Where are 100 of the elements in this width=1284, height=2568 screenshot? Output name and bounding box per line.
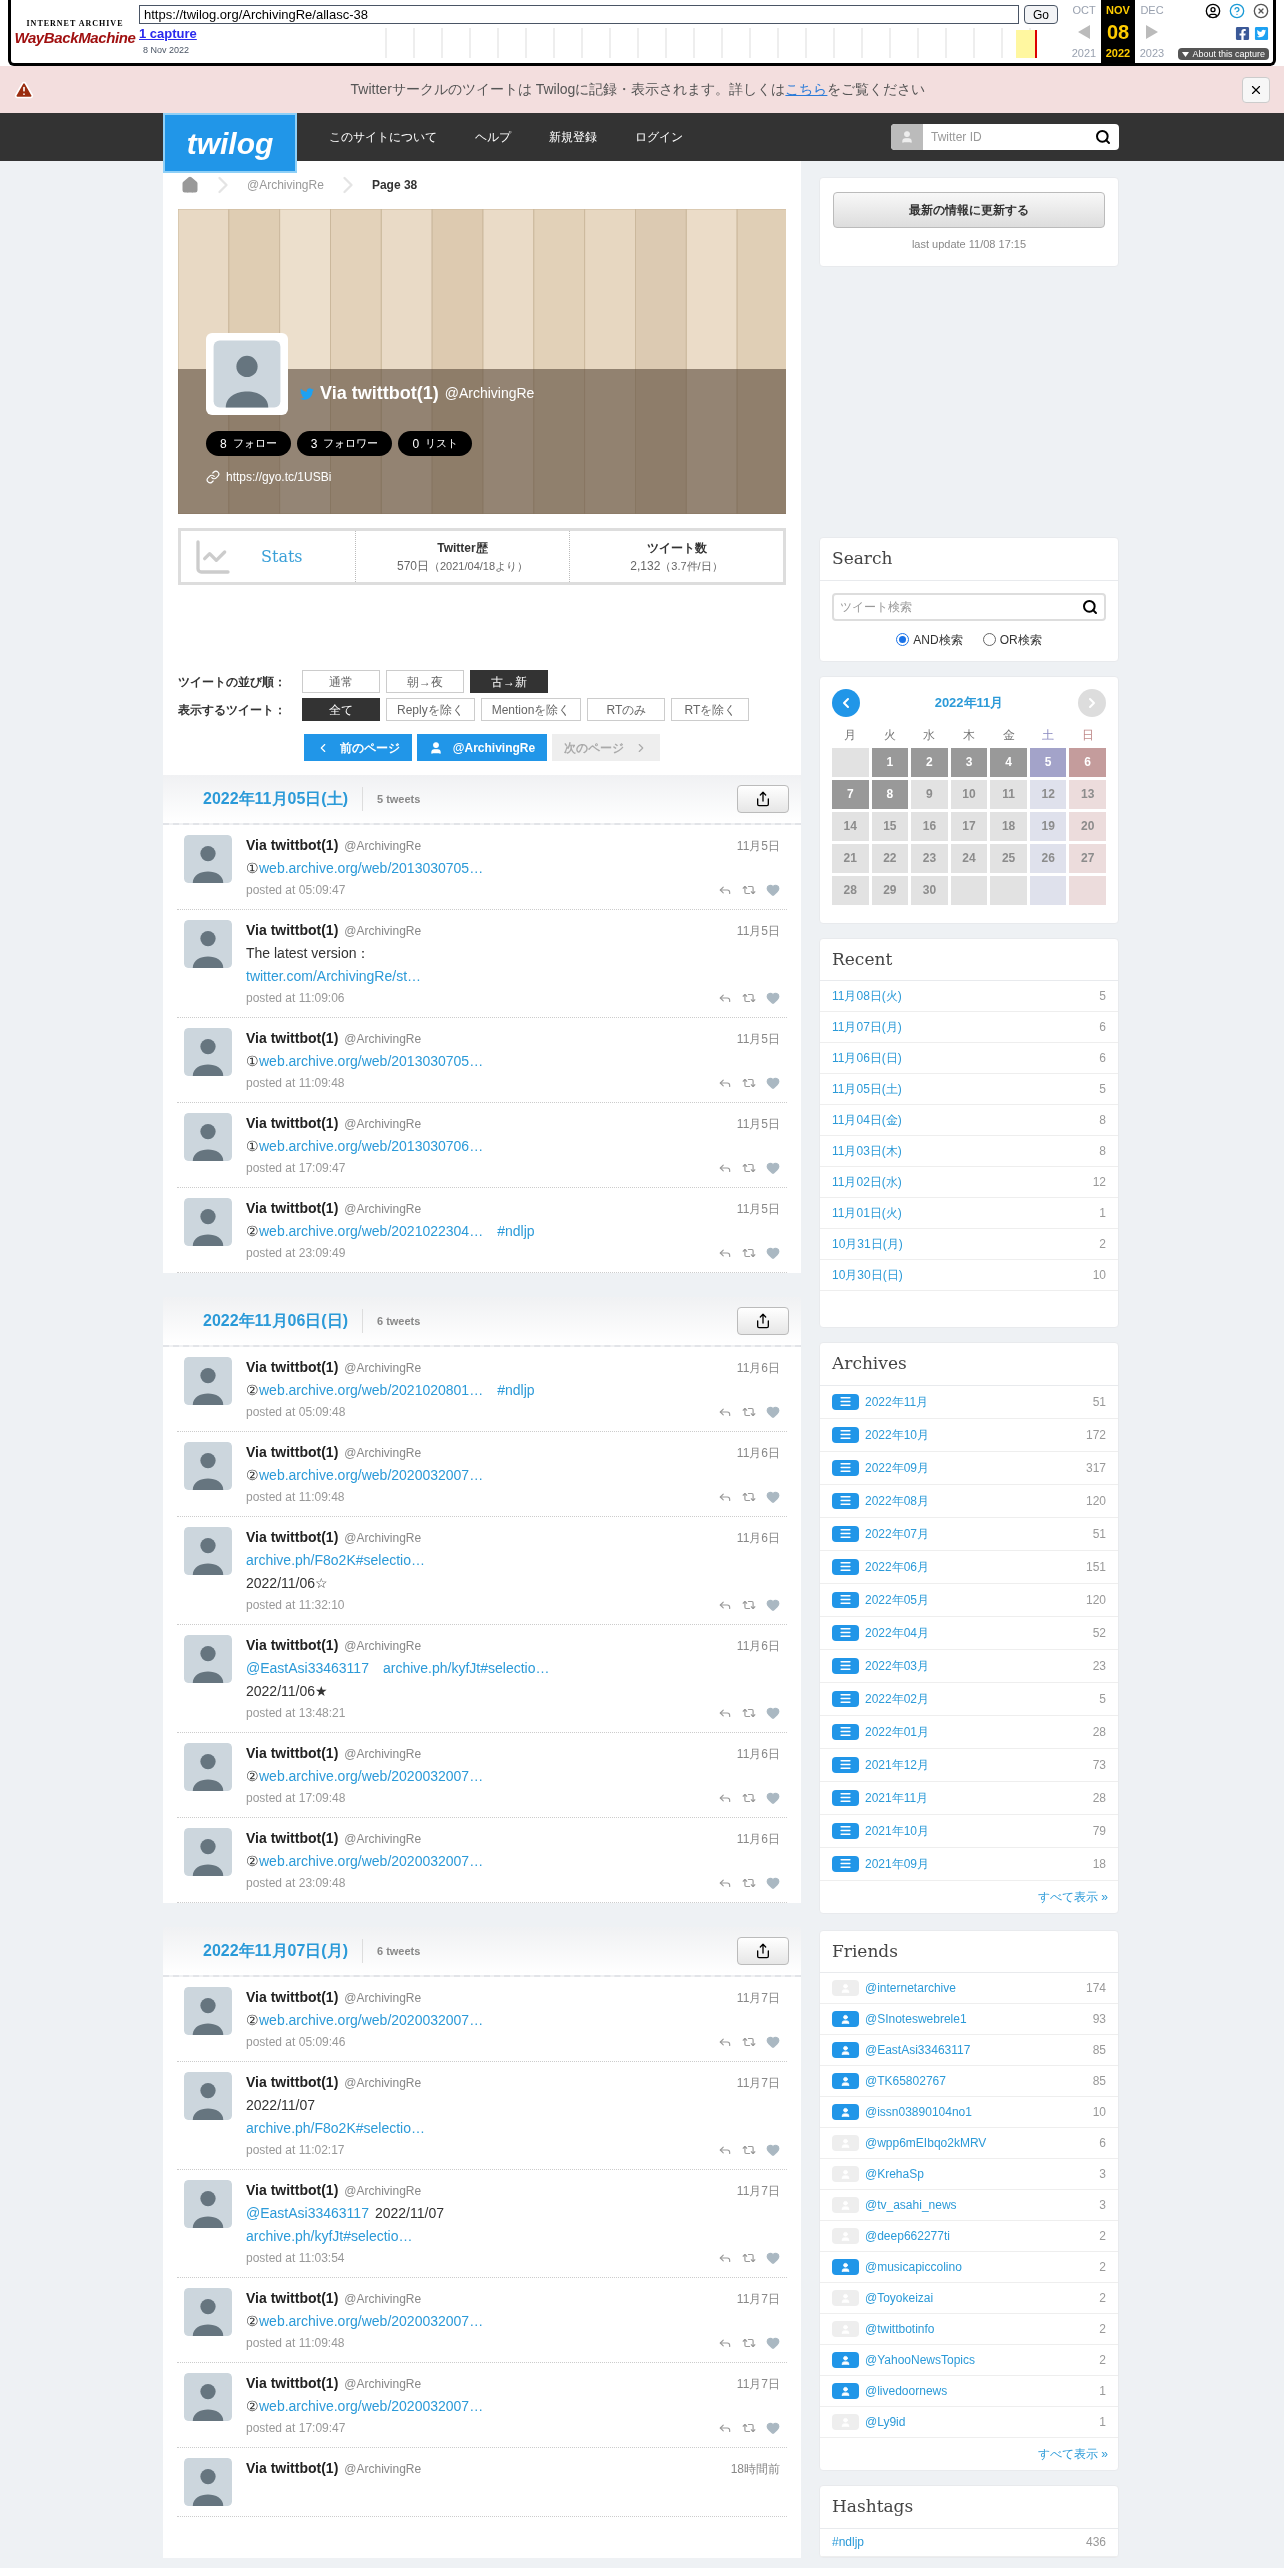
calendar-day[interactable]: 17 bbox=[950, 811, 988, 841]
calendar-day[interactable]: 4 bbox=[990, 747, 1027, 777]
tweet-date[interactable]: 11月6日 bbox=[736, 1444, 780, 1462]
tweet-date[interactable]: 11月5日 bbox=[736, 1200, 780, 1218]
like-icon[interactable] bbox=[766, 1876, 780, 1890]
calendar-day[interactable]: 30 bbox=[911, 875, 948, 905]
tweet-link[interactable]: #ndljp bbox=[497, 1221, 535, 1241]
list-link[interactable]: 2022年04月 bbox=[865, 1623, 930, 1642]
reply-icon[interactable] bbox=[718, 2251, 732, 2265]
tweet-date[interactable]: 11月5日 bbox=[736, 1115, 780, 1133]
help-icon[interactable] bbox=[1229, 3, 1245, 19]
filter-option[interactable]: 全て bbox=[302, 698, 380, 721]
retweet-icon[interactable] bbox=[742, 1876, 756, 1890]
list-link[interactable]: 2021年11月 bbox=[865, 1788, 929, 1807]
list-link[interactable]: @SInoteswebrele1 bbox=[865, 2010, 967, 2028]
tweet-link[interactable]: archive.ph/kyfJt#selectio… bbox=[382, 1658, 550, 1678]
posted-time[interactable]: posted at 11:09:48 bbox=[246, 1074, 345, 1092]
account-icon[interactable] bbox=[1205, 3, 1221, 19]
calendar-day[interactable]: 15 bbox=[871, 811, 909, 841]
breadcrumb-link[interactable]: @ArchivingRe bbox=[247, 176, 324, 194]
tweet-author[interactable]: Via twittbot(1) bbox=[246, 2072, 339, 2093]
about-capture-button[interactable]: About this capture bbox=[1178, 48, 1269, 60]
tweet-date[interactable]: 11月5日 bbox=[736, 922, 780, 940]
calendar-day[interactable]: 21 bbox=[832, 843, 869, 873]
list-link[interactable]: 2021年12月 bbox=[865, 1755, 930, 1774]
tweet-date[interactable]: 11月6日 bbox=[736, 1745, 780, 1763]
retweet-icon[interactable] bbox=[742, 1706, 756, 1720]
list-link[interactable]: 2022年05月 bbox=[865, 1590, 930, 1609]
tweet-author[interactable]: Via twittbot(1) bbox=[246, 1527, 339, 1548]
retweet-icon[interactable] bbox=[742, 1076, 756, 1090]
calendar-day[interactable]: 12 bbox=[1029, 779, 1067, 809]
previous-arrow-icon[interactable] bbox=[1078, 24, 1090, 39]
tweet-author[interactable]: Via twittbot(1) bbox=[246, 1198, 339, 1219]
day-title[interactable]: 2022年11月07日(月) bbox=[203, 1939, 348, 1963]
count-pill[interactable]: 3 フォロワー bbox=[296, 431, 393, 456]
retweet-icon[interactable] bbox=[742, 1791, 756, 1805]
like-icon[interactable] bbox=[766, 1246, 780, 1260]
tweet-author[interactable]: Via twittbot(1) bbox=[246, 1828, 339, 1849]
list-link[interactable]: 2021年10月 bbox=[865, 1821, 930, 1840]
calendar-day[interactable]: 3 bbox=[950, 747, 988, 777]
reply-icon[interactable] bbox=[718, 1076, 732, 1090]
posted-time[interactable]: posted at 11:02:17 bbox=[246, 2141, 345, 2159]
list-link[interactable]: 10月31日(月) bbox=[832, 1235, 903, 1253]
like-icon[interactable] bbox=[766, 2336, 780, 2350]
list-link[interactable]: 2022年09月 bbox=[865, 1458, 930, 1477]
retweet-icon[interactable] bbox=[742, 1598, 756, 1612]
tweet-link[interactable]: @EastAsi33463117 bbox=[246, 1658, 369, 1678]
close-button[interactable] bbox=[1242, 76, 1270, 103]
reply-icon[interactable] bbox=[718, 2143, 732, 2157]
tweet-handle[interactable]: @ArchivingRe bbox=[344, 1444, 422, 1462]
tweet-date[interactable]: 11月6日 bbox=[736, 1359, 780, 1377]
reply-icon[interactable] bbox=[718, 1791, 732, 1805]
list-link[interactable]: 2022年07月 bbox=[865, 1524, 930, 1543]
calendar-day[interactable]: 9 bbox=[911, 779, 948, 809]
like-icon[interactable] bbox=[766, 2035, 780, 2049]
calendar-day[interactable]: 16 bbox=[911, 811, 948, 841]
list-link[interactable]: 11月08日(火) bbox=[832, 987, 902, 1005]
reply-icon[interactable] bbox=[718, 991, 732, 1005]
url-field[interactable]: https://twilog.org/ArchivingRe/allasc-38 bbox=[139, 5, 1019, 24]
calendar-day[interactable]: 18 bbox=[990, 811, 1027, 841]
posted-time[interactable]: posted at 11:03:54 bbox=[246, 2249, 345, 2267]
like-icon[interactable] bbox=[766, 1076, 780, 1090]
tweet-author[interactable]: Via twittbot(1) bbox=[246, 835, 339, 856]
tweet-date[interactable]: 11月5日 bbox=[736, 1030, 780, 1048]
tweet-link[interactable]: twitter.com/ArchivingRe/st… bbox=[246, 966, 422, 986]
previous-month-button[interactable] bbox=[832, 688, 860, 717]
share-button[interactable] bbox=[737, 1307, 789, 1335]
tweet-handle[interactable]: @ArchivingRe bbox=[344, 1989, 422, 2007]
calendar-day[interactable]: 10 bbox=[950, 779, 988, 809]
month-column[interactable]: NOV 08 2022 bbox=[1101, 0, 1135, 63]
go-button[interactable]: Go bbox=[1024, 5, 1058, 24]
tweet-author[interactable]: Via twittbot(1) bbox=[246, 2288, 339, 2309]
tweet-handle[interactable]: @ArchivingRe bbox=[344, 1745, 422, 1763]
tweet-author[interactable]: Via twittbot(1) bbox=[246, 1357, 339, 1378]
like-icon[interactable] bbox=[766, 1405, 780, 1419]
posted-time[interactable]: posted at 11:32:10 bbox=[246, 1596, 345, 1614]
tweet-link[interactable]: web.archive.org/web/2020032007… bbox=[259, 2396, 484, 2416]
reply-icon[interactable] bbox=[718, 1490, 732, 1504]
tweet-link[interactable]: web.archive.org/web/2020032007… bbox=[259, 2311, 484, 2331]
tweet-handle[interactable]: @ArchivingRe bbox=[344, 2375, 422, 2393]
reply-icon[interactable] bbox=[718, 2035, 732, 2049]
list-link[interactable]: 11月07日(月) bbox=[832, 1018, 902, 1036]
retweet-icon[interactable] bbox=[742, 1405, 756, 1419]
share-button[interactable] bbox=[737, 785, 789, 813]
reply-icon[interactable] bbox=[718, 1161, 732, 1175]
reply-icon[interactable] bbox=[718, 883, 732, 897]
list-link[interactable]: 11月01日(火) bbox=[832, 1204, 902, 1222]
tweet-link[interactable]: archive.ph/F8o2K#selectio… bbox=[246, 1550, 425, 1570]
tweet-date[interactable]: 11月7日 bbox=[736, 2290, 780, 2308]
list-link[interactable]: 2022年06月 bbox=[865, 1557, 930, 1576]
list-link[interactable]: @musicapiccolino bbox=[865, 2258, 962, 2276]
retweet-icon[interactable] bbox=[742, 2336, 756, 2350]
tweet-link[interactable]: web.archive.org/web/2013030706… bbox=[259, 1136, 484, 1156]
reply-icon[interactable] bbox=[718, 2336, 732, 2350]
twilog-logo[interactable]: twilog bbox=[163, 113, 297, 173]
sort-option[interactable]: 通常 bbox=[302, 670, 380, 693]
home-icon[interactable] bbox=[181, 176, 199, 194]
list-link[interactable]: @livedoornews bbox=[865, 2382, 948, 2400]
tweet-link[interactable]: web.archive.org/web/2013030705… bbox=[259, 1051, 484, 1071]
tweet-date[interactable]: 11月7日 bbox=[736, 1989, 780, 2007]
